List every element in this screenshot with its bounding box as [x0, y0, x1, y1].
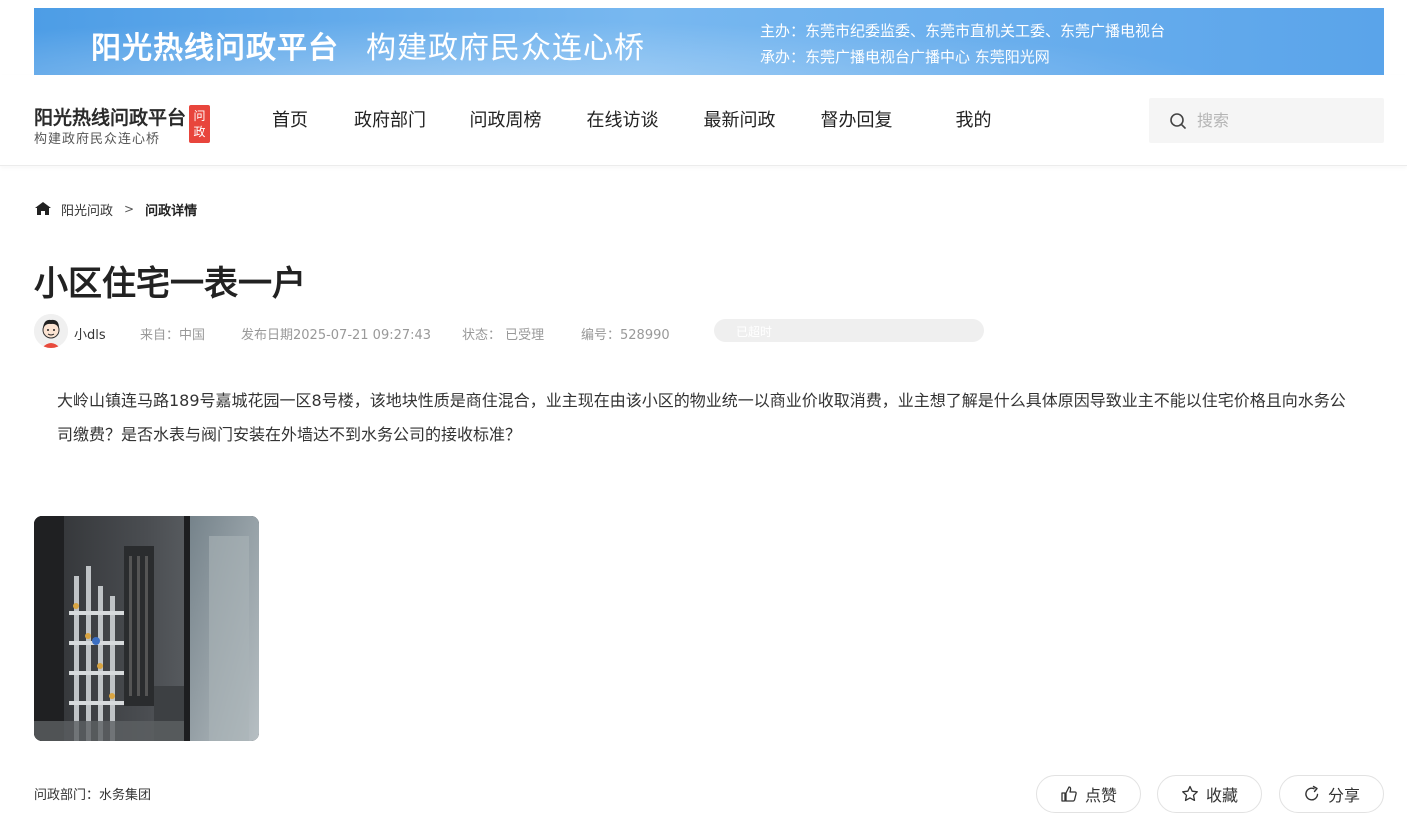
post-source: 来自：中国: [140, 328, 206, 343]
banner-organizer: 承办：东莞广播电视台广播中心 东莞阳光网: [760, 48, 1050, 66]
logo-name: 阳光热线问政平台: [34, 107, 187, 129]
star-icon: [1182, 785, 1198, 802]
avatar-face-icon: [34, 314, 68, 348]
post-number: 编号：528990: [581, 328, 670, 343]
logo-stamp-line1: 问: [193, 109, 206, 123]
breadcrumb: 阳光问政 > 问政详情: [34, 200, 198, 219]
top-banner: 阳光热线问政平台 构建政府民众连心桥 主办：东莞市纪委监委、东莞市直机关工委、东…: [34, 8, 1384, 75]
post-date: 发布日期2025-07-21 09:27:43: [241, 328, 432, 343]
overdue-badge: 已超时: [714, 319, 984, 342]
search-input[interactable]: [1197, 108, 1367, 133]
logo-slogan: 构建政府民众连心桥: [34, 132, 161, 147]
nav-item-weekly[interactable]: 问政周榜: [447, 75, 564, 166]
post-meta: 小dls 来自：中国 发布日期2025-07-21 09:27:43 状态： 已…: [34, 314, 994, 350]
search-icon[interactable]: [1169, 112, 1187, 130]
nav-item-supervision[interactable]: 督办回复: [798, 75, 915, 166]
home-icon: [35, 202, 51, 215]
water-meter-photo: [34, 516, 259, 741]
breadcrumb-home[interactable]: 阳光问政: [61, 200, 113, 219]
logo-stamp-line2: 政: [193, 125, 206, 139]
like-button[interactable]: 点赞: [1036, 775, 1141, 813]
nav-item-departments[interactable]: 政府部门: [333, 75, 447, 166]
nav-item-interview[interactable]: 在线访谈: [564, 75, 681, 166]
banner-slogan: 构建政府民众连心桥: [366, 31, 645, 66]
share-button[interactable]: 分享: [1279, 775, 1384, 813]
post-department: 问政部门：水务集团: [34, 788, 152, 803]
overdue-badge-label: 已超时: [736, 325, 773, 339]
banner-title: 阳光热线问政平台: [91, 31, 339, 66]
breadcrumb-separator: >: [124, 202, 135, 216]
favorite-button[interactable]: 收藏: [1157, 775, 1262, 813]
avatar[interactable]: [34, 314, 68, 348]
banner-host: 主办：东莞市纪委监委、东莞市直机关工委、东莞广播电视台: [760, 22, 1166, 40]
like-label: 点赞: [1084, 786, 1117, 805]
nav-menu: 首页 政府部门 问政周榜 在线访谈 最新问政 督办回复 我的: [250, 75, 1032, 166]
breadcrumb-current: 问政详情: [145, 203, 198, 219]
nav-item-home[interactable]: 首页: [250, 75, 330, 166]
nav-item-latest[interactable]: 最新问政: [681, 75, 798, 166]
share-icon: [1305, 785, 1319, 801]
author-name[interactable]: 小dls: [74, 324, 106, 343]
post-title: 小区住宅一表一户: [34, 264, 306, 304]
post-status: 状态： 已受理: [462, 328, 545, 343]
logo-stamp: 问 政: [189, 105, 210, 143]
main-nav: 阳光热线问政平台 构建政府民众连心桥 问 政 首页 政府部门 问政周榜 在线访谈…: [0, 75, 1407, 166]
share-label: 分享: [1327, 786, 1360, 805]
search-box[interactable]: [1149, 98, 1384, 143]
nav-item-mine[interactable]: 我的: [915, 75, 1032, 166]
post-content: 大岭山镇连马路189号嘉城花园一区8号楼，该地块性质是商住混合，业主现在由该小区…: [57, 391, 1346, 444]
favorite-label: 收藏: [1205, 786, 1238, 805]
site-logo[interactable]: 阳光热线问政平台 构建政府民众连心桥 问 政: [34, 103, 214, 147]
thumbs-up-icon: [1061, 786, 1077, 802]
post-photo[interactable]: [34, 516, 259, 741]
